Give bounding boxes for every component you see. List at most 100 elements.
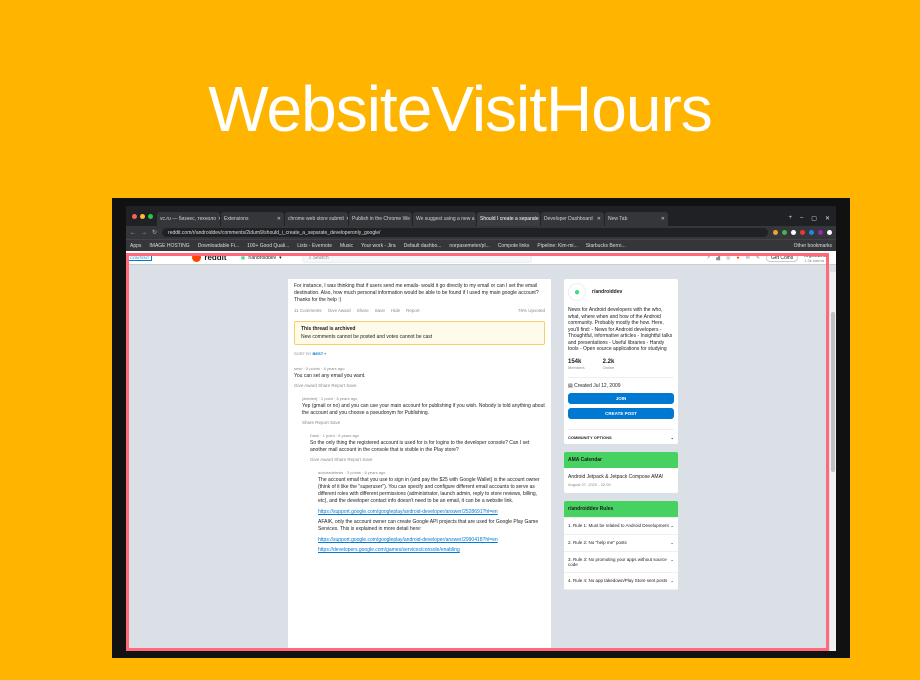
comment-link[interactable]: https://developers.google.com/games/serv… [318, 547, 545, 553]
bookmark-item[interactable]: Lists - Evernote [297, 243, 332, 249]
bookmark-item[interactable]: Other bookmarks [794, 243, 832, 249]
browser-tab[interactable]: Extensions ✕ [221, 212, 284, 226]
content-label[interactable]: CONTENT [127, 254, 153, 261]
comment-meta: sesrl · 5 points · 6 years ago [294, 366, 345, 371]
post-action-button[interactable]: Give Award [328, 308, 351, 313]
comment-actions[interactable]: Give Award Share Report Save [294, 383, 545, 388]
community-stats: 154k Members 2.2k Online [568, 359, 674, 371]
browser-tab[interactable]: vc.ru — бизнес, техноло✕ [157, 212, 220, 226]
bookmark-item[interactable]: Music [340, 243, 353, 249]
sort-selector[interactable]: SORT BY BEST ▾ [294, 351, 545, 356]
create-post-icon[interactable]: ✎ [756, 255, 760, 261]
forward-icon[interactable]: → [141, 230, 147, 236]
browser-tab[interactable]: We suggest using a new a✕ [413, 212, 476, 226]
close-tab-icon[interactable]: ✕ [597, 216, 601, 222]
bookmark-item[interactable]: Pipeline: Kim-mi... [537, 243, 577, 249]
bookmark-item[interactable]: Starbucks Berro... [586, 243, 626, 249]
comment-link[interactable]: https://support.google.com/googleplay/an… [318, 537, 545, 543]
chevron-down-icon: ⌄ [670, 577, 674, 583]
community-name[interactable]: r/androiddev [592, 289, 622, 295]
browser-screenshot-frame: vc.ru — бизнес, техноло✕Extensions✕chrom… [112, 198, 850, 658]
post-action-button[interactable]: Save [375, 308, 385, 313]
browser-tab[interactable]: Publish in the Chrome We ✕ [349, 212, 412, 226]
rule-item[interactable]: 3. Rule 3: No promoting your apps withou… [564, 552, 678, 573]
about-community-card: ● r/androiddev News for Android develope… [564, 279, 678, 444]
popular-icon[interactable]: ↗ [706, 255, 710, 261]
tab-label: Should I create a separate [480, 216, 539, 222]
sort-label: SORT BY [294, 351, 312, 356]
calendar-event[interactable]: Android Jetpack & Jetpack Compose AMA! [568, 474, 674, 480]
comment-meta: autotradetests · 3 points · 6 years ago [318, 470, 386, 475]
post-action-button[interactable]: Report [406, 308, 420, 313]
close-window-icon[interactable] [132, 214, 137, 219]
reddit-icon [192, 253, 202, 262]
window-buttons[interactable]: + – ▢ ✕ [782, 215, 836, 226]
reload-icon[interactable]: ↻ [152, 229, 157, 236]
comment-body: Yep (gmail or no) and you can use your m… [302, 403, 545, 416]
post-action-button[interactable]: Share [357, 308, 369, 313]
post-body: For instance, I was thinking that if use… [294, 283, 539, 303]
window-controls[interactable] [130, 214, 157, 226]
search-placeholder: Search [312, 254, 329, 261]
search-input[interactable]: ⌕ Search [301, 252, 532, 263]
url-field[interactable]: reddit.com/r/androiddev/comments/2idum9/… [162, 228, 768, 237]
reddit-logo[interactable]: reddit [192, 253, 227, 262]
reddit-header: CONTENT reddit ▣ r/androiddev ▾ ⌕ Search… [126, 251, 836, 265]
comment-link[interactable]: https://support.google.com/googleplay/an… [318, 509, 545, 515]
maximize-window-icon[interactable] [148, 214, 153, 219]
close-tab-icon[interactable]: ✕ [661, 216, 665, 222]
scrollbar-thumb[interactable] [831, 312, 835, 472]
bookmark-item[interactable]: 100+ Good Quali... [247, 243, 289, 249]
chevron-down-icon: ▾ [279, 254, 282, 261]
close-tab-icon[interactable]: ✕ [346, 216, 348, 222]
rule-item[interactable]: 1. Rule 1: Must be related to Android De… [564, 518, 678, 535]
bookmark-item[interactable]: norpasemeter/pl... [449, 243, 489, 249]
comment-meta: Dask · 1 point · 6 years ago [310, 433, 360, 438]
browser-tab[interactable]: New Tab ✕ [605, 212, 668, 226]
rule-item[interactable]: 2. Rule 2: No "help me" posts ⌄ [564, 535, 678, 552]
tab-label: Extensions [224, 216, 249, 222]
bookmark-item[interactable]: Default dashbo... [404, 243, 442, 249]
tab-label: Publish in the Chrome We [352, 216, 410, 222]
bookmark-item[interactable]: Apps [130, 243, 141, 249]
bookmark-item[interactable]: Compote links [498, 243, 530, 249]
karma: 1.3k karma [804, 257, 824, 263]
browser-tab[interactable]: Developer Dashboard ✕ [541, 212, 604, 226]
tab-label: Developer Dashboard [544, 216, 593, 222]
subreddit-selector[interactable]: ▣ r/androiddev ▾ [241, 255, 282, 261]
rule-item[interactable]: 4. Rule 4: No app takedown/Play Store se… [564, 573, 678, 590]
minimize-window-icon[interactable] [140, 214, 145, 219]
bookmark-item[interactable]: Downloadable Fi... [198, 243, 239, 249]
rule-text: 3. Rule 3: No promoting your apps withou… [568, 556, 667, 567]
get-coins-button[interactable]: Get Coins [765, 253, 799, 262]
post-action-button[interactable]: Hide [391, 308, 400, 313]
join-button[interactable]: JOIN [568, 392, 674, 404]
post-action-button[interactable]: 11 Comments [294, 308, 322, 313]
create-post-button[interactable]: CREATE POST [568, 407, 674, 419]
browser-tab[interactable]: chrome web store submit ✕ [285, 212, 348, 226]
cake-icon: ▤ [568, 382, 573, 389]
user-menu[interactable]: forgoodwind 1.3k karma [804, 253, 826, 263]
subreddit-label: r/androiddev [248, 254, 277, 261]
comment-actions[interactable]: Share Report Save [302, 420, 545, 425]
tab-label: We suggest using a new a [416, 216, 475, 222]
browser-tab[interactable]: Should I create a separate✕ [477, 212, 540, 226]
mail-icon[interactable]: ✉ [746, 255, 750, 261]
bookmark-item[interactable]: IMAGE HOSTING [149, 243, 189, 249]
close-tab-icon[interactable]: ✕ [277, 216, 281, 222]
community-options[interactable]: COMMUNITY OPTIONS ⌄ [568, 428, 674, 440]
comment-actions[interactable]: Give Award Share Report Save [310, 457, 545, 462]
back-icon[interactable]: ← [130, 230, 136, 236]
scrollbar[interactable] [830, 272, 836, 651]
comment: autotradetests · 3 points · 6 years ago … [318, 470, 545, 553]
reddit-wordmark: reddit [204, 253, 227, 262]
chat-icon[interactable]: ◎ [726, 255, 730, 261]
close-tab-icon[interactable]: ✕ [218, 216, 220, 222]
bookmark-item[interactable]: Your work - Jira [361, 243, 396, 249]
notification-icon[interactable]: ● [737, 255, 740, 261]
stats-icon[interactable]: ▟ [716, 255, 720, 261]
calendar-card: AMA Calendar Android Jetpack & Jetpack C… [564, 451, 678, 493]
calendar-header: AMA Calendar [564, 451, 678, 468]
chevron-down-icon: ⌄ [670, 556, 674, 562]
extension-icons[interactable] [773, 230, 832, 235]
